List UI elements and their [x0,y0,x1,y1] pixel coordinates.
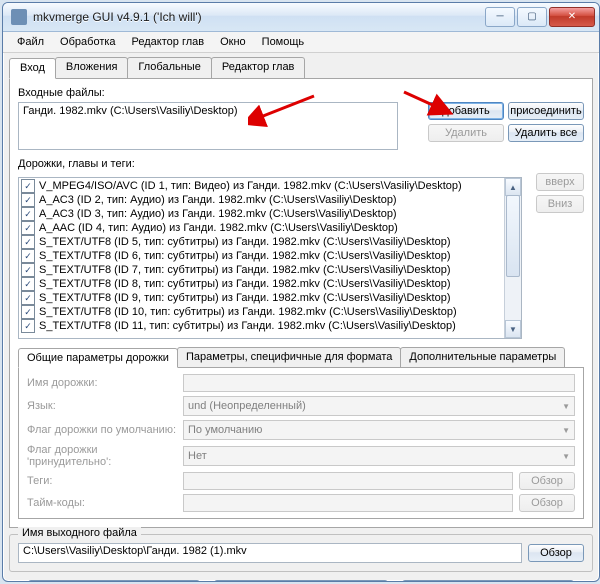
chevron-down-icon: ▼ [562,402,570,411]
down-button[interactable]: Вниз [536,195,584,213]
track-name-input[interactable] [183,374,575,392]
tags-label: Теги: [27,475,177,487]
track-name-label: Имя дорожки: [27,377,177,389]
track-label: S_TEXT/UTF8 (ID 6, тип: субтитры) из Ган… [39,249,451,263]
output-path-input[interactable]: C:\Users\Vasiliy\Desktop\Ганди. 1982 (1)… [18,543,522,563]
checkbox-icon[interactable]: ✓ [21,263,35,277]
main-tabs: Вход Вложения Глобальные Редактор глав [9,57,593,78]
tags-browse-button[interactable]: Обзор [519,472,575,490]
scroll-thumb[interactable] [506,195,520,277]
track-row[interactable]: ✓ S_TEXT/UTF8 (ID 7, тип: субтитры) из Га… [19,263,504,277]
track-row[interactable]: ✓ S_TEXT/UTF8 (ID 9, тип: субтитры) из Га… [19,291,504,305]
output-group: Имя выходного файла C:\Users\Vasiliy\Des… [9,534,593,572]
titlebar[interactable]: mkvmerge GUI v4.9.1 ('Ich will') ─ ▢ ✕ [3,3,599,32]
tracks-label: Дорожки, главы и теги: [18,158,584,170]
append-button[interactable]: присоединить [508,102,584,120]
checkbox-icon[interactable]: ✓ [21,235,35,249]
scroll-up-icon[interactable]: ▲ [505,178,521,196]
timecodes-input[interactable] [183,494,513,512]
close-button[interactable]: ✕ [549,7,595,27]
checkbox-icon[interactable]: ✓ [21,221,35,235]
scroll-down-icon[interactable]: ▼ [505,320,521,338]
track-label: V_MPEG4/ISO/AVC (ID 1, тип: Видео) из Га… [39,179,462,193]
track-label: S_TEXT/UTF8 (ID 8, тип: субтитры) из Ган… [39,277,451,291]
menu-processing[interactable]: Обработка [52,34,123,50]
track-row[interactable]: ✓ S_TEXT/UTF8 (ID 8, тип: субтитры) из Га… [19,277,504,291]
default-flag-label: Флаг дорожки по умолчанию: [27,424,177,436]
menu-file[interactable]: Файл [9,34,52,50]
chevron-down-icon: ▼ [562,426,570,435]
window-title: mkvmerge GUI v4.9.1 ('Ich will') [33,10,485,24]
scrollbar[interactable]: ▲ ▼ [504,178,521,338]
track-row[interactable]: ✓ S_TEXT/UTF8 (ID 11, тип: субтитры) из Г… [19,319,504,333]
chevron-down-icon: ▼ [562,452,570,461]
track-label: A_AC3 (ID 3, тип: Аудио) из Ганди. 1982.… [39,207,397,221]
subtab-format[interactable]: Параметры, специфичные для формата [177,347,401,367]
app-window: mkvmerge GUI v4.9.1 ('Ich will') ─ ▢ ✕ Ф… [2,2,600,582]
maximize-button[interactable]: ▢ [517,7,547,27]
input-files-list[interactable]: Ганди. 1982.mkv (C:\Users\Vasiliy\Deskto… [18,102,398,150]
checkbox-icon[interactable]: ✓ [21,249,35,263]
tab-chapter-editor[interactable]: Редактор глав [211,57,306,78]
track-row[interactable]: ✓ V_MPEG4/ISO/AVC (ID 1, тип: Видео) из Г… [19,179,504,193]
remove-all-button[interactable]: Удалить все [508,124,584,142]
timecodes-browse-button[interactable]: Обзор [519,494,575,512]
default-flag-combo[interactable]: По умолчанию▼ [183,420,575,440]
subtab-general[interactable]: Общие параметры дорожки [18,348,178,368]
output-browse-button[interactable]: Обзор [528,544,584,562]
checkbox-icon[interactable]: ✓ [21,179,35,193]
track-label: S_TEXT/UTF8 (ID 11, тип: субтитры) из Га… [39,319,456,333]
track-row[interactable]: ✓ S_TEXT/UTF8 (ID 10, тип: субтитры) из Г… [19,305,504,319]
track-label: S_TEXT/UTF8 (ID 10, тип: субтитры) из Га… [39,305,457,319]
track-row[interactable]: ✓ A_AAC (ID 4, тип: Аудио) из Ганди. 1982… [19,221,504,235]
app-icon [11,9,27,25]
checkbox-icon[interactable]: ✓ [21,207,35,221]
checkbox-icon[interactable]: ✓ [21,319,35,333]
tab-global[interactable]: Глобальные [127,57,211,78]
menu-help[interactable]: Помощь [254,34,313,50]
checkbox-icon[interactable]: ✓ [21,193,35,207]
track-row[interactable]: ✓ S_TEXT/UTF8 (ID 5, тип: субтитры) из Га… [19,235,504,249]
forced-flag-combo[interactable]: Нет▼ [183,446,575,466]
minimize-button[interactable]: ─ [485,7,515,27]
tracks-list[interactable]: ✓ V_MPEG4/ISO/AVC (ID 1, тип: Видео) из Г… [18,177,522,339]
timecodes-label: Тайм-коды: [27,497,177,509]
input-pane: Входные файлы: Ганди. 1982.mkv (C:\Users… [9,78,593,528]
up-button[interactable]: вверх [536,173,584,191]
remove-button[interactable]: Удалить [428,124,504,142]
output-group-label: Имя выходного файла [18,527,141,539]
menu-bar: Файл Обработка Редактор глав Окно Помощь [3,32,599,53]
tab-input[interactable]: Вход [9,58,56,79]
menu-window[interactable]: Окно [212,34,254,50]
tags-input[interactable] [183,472,513,490]
checkbox-icon[interactable]: ✓ [21,305,35,319]
track-params-panel: Имя дорожки: Язык: und (Неопределенный)▼… [18,367,584,519]
menu-chapter-editor[interactable]: Редактор глав [124,34,213,50]
checkbox-icon[interactable]: ✓ [21,277,35,291]
language-label: Язык: [27,400,177,412]
forced-flag-label: Флаг дорожки 'принудительно': [27,444,177,468]
language-combo[interactable]: und (Неопределенный)▼ [183,396,575,416]
track-row[interactable]: ✓ A_AC3 (ID 3, тип: Аудио) из Ганди. 1982… [19,207,504,221]
track-label: A_AC3 (ID 2, тип: Аудио) из Ганди. 1982.… [39,193,397,207]
track-row[interactable]: ✓ A_AC3 (ID 2, тип: Аудио) из Ганди. 1982… [19,193,504,207]
checkbox-icon[interactable]: ✓ [21,291,35,305]
track-label: S_TEXT/UTF8 (ID 5, тип: субтитры) из Ган… [39,235,451,249]
input-files-label: Входные файлы: [18,87,584,99]
track-sub-tabs: Общие параметры дорожки Параметры, специ… [18,347,584,367]
add-button[interactable]: добавить [428,102,504,120]
tab-attachments[interactable]: Вложения [55,57,129,78]
track-row[interactable]: ✓ S_TEXT/UTF8 (ID 6, тип: субтитры) из Га… [19,249,504,263]
track-label: S_TEXT/UTF8 (ID 9, тип: субтитры) из Ган… [39,291,451,305]
track-label: S_TEXT/UTF8 (ID 7, тип: субтитры) из Ган… [39,263,451,277]
subtab-extra[interactable]: Дополнительные параметры [400,347,565,367]
track-label: A_AAC (ID 4, тип: Аудио) из Ганди. 1982.… [39,221,398,235]
